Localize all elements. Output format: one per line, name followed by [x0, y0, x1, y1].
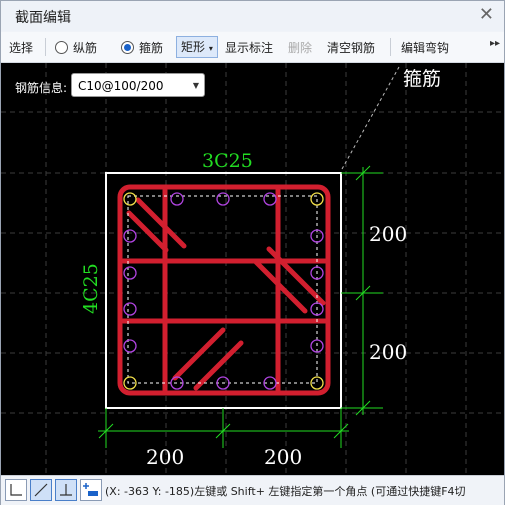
ortho-glyph [10, 484, 22, 496]
line-mode-icon[interactable] [30, 479, 52, 501]
dim-bottom-right: 200 [264, 445, 302, 469]
chevron-down-icon: ▾ [208, 44, 213, 53]
dim-bottom-left: 200 [146, 445, 184, 469]
perpendicular-icon[interactable] [55, 479, 77, 501]
toolbar-divider [45, 38, 46, 56]
rebar-info-value: C10@100/200 [78, 79, 164, 93]
section-editor-window: 截面编辑 ✕ 选择 纵筋 箍筋 矩形 ▾ 显示标注 删除 清空钢筋 编辑弯钩 ▸… [0, 0, 505, 505]
rebar-info-label: 钢筋信息: [15, 81, 68, 95]
shape-dropdown[interactable]: 矩形 ▾ [176, 36, 218, 58]
window-title: 截面编辑 [15, 10, 71, 26]
left-bars-label: 4C25 [80, 263, 102, 314]
radio-longitudinal[interactable]: 纵筋 [55, 39, 97, 56]
clear-rebar-button[interactable]: 清空钢筋 [327, 39, 375, 56]
more-chevron-icon[interactable]: ▸▸ [490, 38, 500, 49]
title-bar: 截面编辑 ✕ [1, 1, 504, 31]
status-text: (X: -363 Y: -185)左键或 Shift+ 左键指定第一个角点 (可… [105, 485, 466, 498]
ortho-icon[interactable] [5, 479, 27, 501]
edit-hook-button[interactable]: 编辑弯钩 [401, 39, 449, 56]
grid [1, 63, 504, 475]
dim-right-bottom: 200 [369, 340, 407, 364]
perpendicular-glyph [60, 484, 72, 496]
snap-glyph [83, 483, 98, 496]
radio-on-icon [121, 41, 134, 54]
radio-off-icon [55, 41, 68, 54]
leader-line [341, 66, 400, 170]
top-bars-label: 3C25 [202, 150, 253, 172]
radio-stirrup[interactable]: 箍筋 [121, 39, 163, 56]
line-glyph [34, 483, 48, 497]
shape-dropdown-label: 矩形 [181, 40, 206, 54]
rebar-info-select[interactable]: C10@100/200 ▼ [71, 73, 205, 97]
drawing-canvas[interactable]: 箍筋 3C25 4C25 200 200 200 200 钢筋信息: C10@1… [1, 63, 504, 475]
show-annotation-button[interactable]: 显示标注 [225, 39, 273, 56]
stirrup-annotation: 箍筋 [403, 68, 441, 90]
toolbar-divider [390, 38, 391, 56]
close-icon[interactable]: ✕ [479, 5, 494, 25]
section-outline [105, 172, 342, 409]
status-bar: (X: -363 Y: -185)左键或 Shift+ 左键指定第一个角点 (可… [1, 475, 504, 505]
stirrup-group [117, 184, 331, 396]
snap-plus-icon[interactable] [80, 479, 102, 501]
rebar-cover-line [127, 195, 318, 384]
delete-button[interactable]: 删除 [288, 39, 312, 56]
select-button[interactable]: 选择 [9, 39, 33, 56]
radio-stirrup-label: 箍筋 [139, 41, 164, 55]
chevron-down-icon: ▼ [192, 81, 199, 90]
dim-right-top: 200 [369, 222, 407, 246]
toolbar: 选择 纵筋 箍筋 矩形 ▾ 显示标注 删除 清空钢筋 编辑弯钩 ▸▸ [1, 32, 504, 63]
section-drawing: 箍筋 3C25 4C25 200 200 200 200 [1, 63, 504, 475]
radio-longitudinal-label: 纵筋 [73, 41, 98, 55]
